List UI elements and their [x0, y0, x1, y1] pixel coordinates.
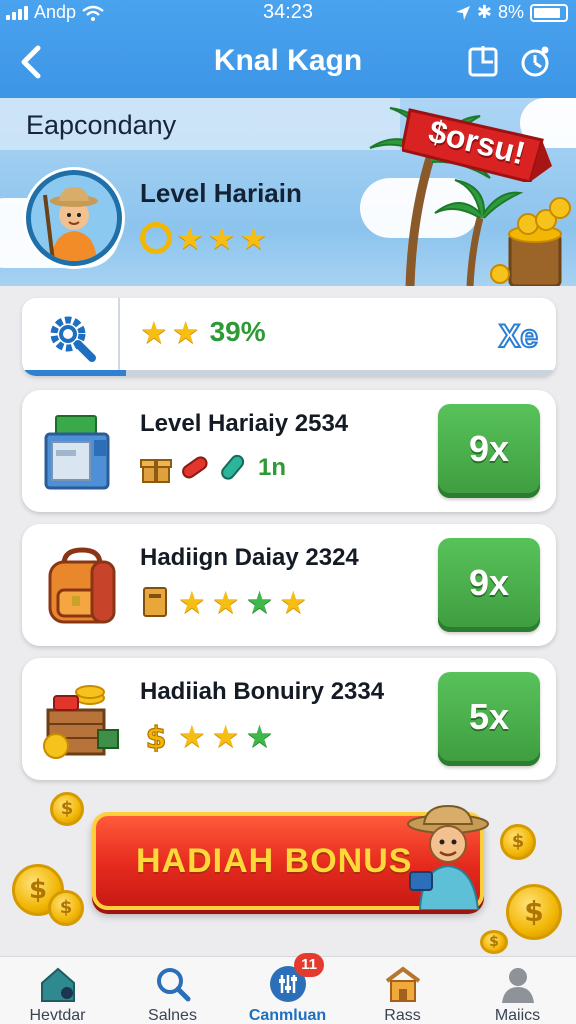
- reward-items: $ ★ ★ ★: [140, 720, 273, 752]
- claim-button[interactable]: 9x: [438, 538, 540, 632]
- nav-label: Canmluan: [248, 1007, 327, 1024]
- banner-subtitle: Eapcondany: [26, 110, 177, 140]
- level-banner: Eapcondany $orsu! Level Hariain ★ ★ ★: [0, 98, 576, 286]
- reward-card: Level Hariaiy 2534 1n 9x: [22, 390, 556, 512]
- dollar-icon: $: [145, 720, 167, 752]
- battery-label: 8%: [497, 2, 524, 22]
- location-icon: [455, 5, 470, 20]
- clipboard-button[interactable]: [466, 44, 500, 78]
- claim-button-label: 9x: [468, 428, 510, 469]
- nav-item-search[interactable]: Salnes: [115, 957, 230, 1024]
- reward-title: Level Hariaiy 2534: [140, 410, 349, 437]
- nav-item-home[interactable]: Hevtdar: [0, 957, 115, 1024]
- star-icon: ★: [171, 314, 200, 350]
- star-icon: ★: [140, 314, 168, 350]
- search-icon: [157, 968, 191, 1002]
- reward-items: ★ ★ ★ ★: [140, 586, 307, 618]
- explorer-character-icon: [407, 804, 489, 910]
- battery-icon: [530, 3, 568, 22]
- nav-label: Hevtdar: [29, 1007, 86, 1024]
- nav-label: Rass: [384, 1007, 421, 1024]
- reward-title: Hadiign Daiay 2324: [140, 544, 359, 571]
- claim-button-label: 9x: [468, 562, 510, 603]
- explorer-avatar-icon: [31, 175, 117, 261]
- progress-bar: [22, 370, 556, 376]
- coin-icon: $: [480, 930, 508, 954]
- bluetooth-icon: ✱: [476, 2, 492, 22]
- star-icon: ★: [207, 220, 236, 256]
- reward-items: 1n: [140, 452, 286, 484]
- top-header: Andp 34:23 ✱ 8% Knal Kagn: [0, 0, 576, 98]
- bottom-nav: Hevtdar Salnes 11 Canmluan Rass Maiics: [0, 953, 576, 1024]
- notification-badge: 11: [294, 953, 324, 977]
- progress-percent: 39%: [209, 316, 266, 347]
- status-bar: Andp 34:23 ✱ 8%: [0, 0, 576, 26]
- coin-icon: $: [50, 792, 84, 826]
- reward-count: 1n: [258, 454, 287, 481]
- coin-icon: $: [48, 890, 84, 926]
- treasure-crate-icon: [43, 685, 119, 759]
- green-star-icon: ★: [245, 718, 274, 754]
- coin-icon: $: [506, 884, 562, 940]
- gift-box-icon: [140, 459, 172, 483]
- green-star-icon: ★: [245, 584, 274, 620]
- nav-item-shop[interactable]: Rass: [345, 957, 460, 1024]
- book-icon: [143, 587, 167, 617]
- teal-candy-icon: [221, 454, 245, 480]
- ring-icon: [140, 222, 172, 254]
- claim-button-label: 5x: [468, 696, 510, 737]
- settings-button[interactable]: [22, 298, 120, 376]
- profile-icon: [502, 968, 534, 1003]
- star-icon: ★: [279, 584, 308, 620]
- nav-item-canmluan[interactable]: 11 Canmluan: [230, 953, 345, 1024]
- red-candy-icon: [182, 456, 208, 479]
- nav-label: Maiics: [494, 1007, 541, 1024]
- timer-button[interactable]: [518, 44, 552, 78]
- progress-card: ★ ★ 39% Xe: [22, 298, 556, 376]
- nav-label: Salnes: [148, 1007, 197, 1024]
- level-name: Level Hariain: [140, 178, 302, 208]
- hadiah-bonus-label: HADIAH BONUS: [136, 842, 413, 880]
- cash-register-icon: [44, 415, 110, 490]
- claim-button[interactable]: 9x: [438, 404, 540, 498]
- coin-icon: $: [500, 824, 536, 860]
- avatar: [26, 170, 122, 266]
- nav-item-profile[interactable]: Maiics: [460, 957, 575, 1024]
- gear-search-icon: [50, 316, 96, 362]
- star-icon: ★: [239, 220, 268, 256]
- home-icon: [41, 967, 75, 1002]
- progress-stars: ★ ★ 39%: [140, 316, 266, 348]
- claim-button[interactable]: 5x: [438, 672, 540, 766]
- subtitle-bar: Eapcondany: [0, 98, 400, 150]
- level-rating: ★ ★ ★: [140, 222, 267, 254]
- shop-icon: [385, 966, 421, 1002]
- star-icon: ★: [211, 584, 240, 620]
- reward-card: Hadiign Daiay 2324 ★ ★ ★ ★ 9x: [22, 524, 556, 646]
- progress-action[interactable]: Xe: [498, 317, 539, 355]
- svg-text:$: $: [146, 721, 167, 752]
- reward-card: Hadiiah Bonuiry 2334 $ ★ ★ ★ 5x: [22, 658, 556, 780]
- hadiah-bonus-button[interactable]: HADIAH BONUS: [92, 804, 489, 910]
- star-icon: ★: [178, 584, 206, 620]
- backpack-icon: [48, 547, 116, 624]
- star-icon: ★: [178, 718, 206, 754]
- star-icon: ★: [211, 718, 240, 754]
- progress-fill: [22, 370, 127, 376]
- star-icon: ★: [176, 220, 204, 256]
- reward-title: Hadiiah Bonuiry 2334: [140, 678, 385, 705]
